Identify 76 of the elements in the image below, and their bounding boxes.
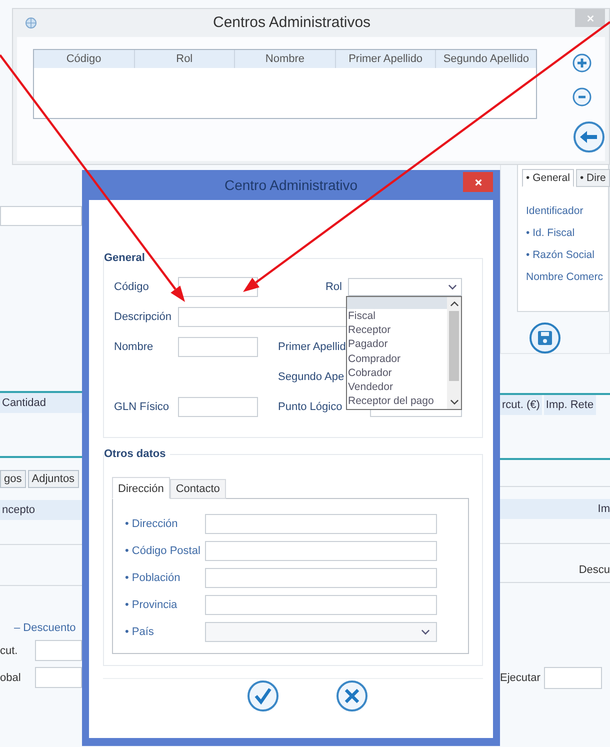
input-field[interactable] [205, 595, 437, 615]
country-dropdown[interactable] [205, 622, 437, 642]
field-label: Punto Lógico [278, 401, 344, 413]
close-button[interactable] [463, 172, 493, 192]
column-header[interactable]: Rol [134, 50, 236, 68]
dropdown-option[interactable]: Comprador [347, 352, 447, 366]
column-header: ncepto [0, 500, 82, 520]
field-label: Nombre [114, 341, 154, 353]
summary-label: Descu [578, 564, 610, 576]
chevron-down-icon [448, 284, 457, 290]
dropdown-option[interactable]: Pagador [347, 337, 447, 352]
field-label: • Población [125, 572, 182, 584]
column-header: Im [500, 499, 610, 519]
field-label: Descripción [114, 311, 172, 323]
section-title: General [104, 252, 149, 264]
column-header: Imp. Rete [544, 395, 596, 415]
close-icon [474, 178, 482, 186]
column-header[interactable]: Segundo Apellido [436, 50, 536, 68]
scroll-up-icon[interactable] [450, 301, 458, 307]
add-icon[interactable] [572, 53, 592, 73]
column-header[interactable]: Primer Apellido [336, 50, 436, 68]
field-label: cut. [0, 644, 19, 656]
app-icon [25, 17, 37, 29]
input-field[interactable] [35, 640, 82, 661]
input-field[interactable] [205, 514, 437, 534]
dropdown-option[interactable]: Fiscal [347, 309, 447, 324]
field-label: • País [125, 626, 155, 638]
field-label: Segundo Ape [278, 371, 346, 383]
dropdown-option[interactable]: Receptor [347, 323, 447, 338]
cancel-icon[interactable] [336, 680, 368, 712]
field-label: • Provincia [125, 599, 178, 611]
field-label: Identificador [526, 204, 584, 219]
field-label: • Razón Social [526, 248, 596, 263]
field-label: obal [0, 672, 22, 684]
input-field[interactable] [35, 667, 82, 688]
tab[interactable]: Contacto [170, 479, 226, 499]
field-label: • Id. Fiscal [526, 226, 576, 241]
field-label: • Código Postal [125, 545, 202, 557]
tab[interactable]: • Dire [576, 169, 610, 187]
input-field[interactable] [205, 541, 437, 561]
field-label: Ejecutar [500, 672, 540, 684]
tab[interactable]: Adjuntos [28, 470, 79, 488]
close-icon [586, 14, 594, 22]
dialog-title: Centro Administrativo [224, 177, 358, 193]
window-title: Centros Administrativos [213, 14, 371, 31]
section-title: Otros datos [104, 448, 170, 460]
input-field[interactable] [178, 397, 258, 417]
save-icon[interactable] [529, 322, 561, 354]
discount-toggle[interactable]: – Descuento [0, 622, 82, 634]
confirm-icon[interactable] [247, 680, 279, 712]
scroll-down-icon[interactable] [450, 399, 458, 405]
field-label: • Dirección [125, 518, 179, 530]
input-field[interactable] [205, 568, 437, 588]
field-label: Primer Apellid [278, 341, 347, 353]
input-field[interactable] [544, 667, 602, 689]
chevron-down-icon [421, 629, 430, 635]
tab[interactable]: gos [0, 470, 26, 488]
tab[interactable]: Dirección [112, 477, 170, 499]
role-dropdown[interactable] [348, 278, 462, 296]
field-label: Nombre Comerc [526, 270, 604, 285]
scrollbar[interactable] [447, 297, 461, 409]
field-label: Rol [324, 281, 343, 293]
tab[interactable]: • General [522, 169, 574, 187]
dropdown-option[interactable]: Receptor del pago [347, 394, 447, 408]
field-label: GLN Físico [114, 401, 170, 413]
column-header[interactable]: Nombre [235, 50, 336, 68]
field-label: Código [114, 281, 150, 293]
input-field[interactable] [178, 337, 258, 357]
input-field[interactable] [178, 277, 258, 297]
column-header: rcut. (€) [500, 395, 542, 415]
dropdown-option[interactable]: Cobrador [347, 366, 447, 380]
remove-icon[interactable] [572, 87, 592, 107]
input-field[interactable] [0, 206, 82, 226]
dropdown-option[interactable]: Vendedor [347, 380, 447, 394]
column-header[interactable]: Código [34, 50, 135, 68]
column-header: Cantidad [0, 393, 82, 413]
